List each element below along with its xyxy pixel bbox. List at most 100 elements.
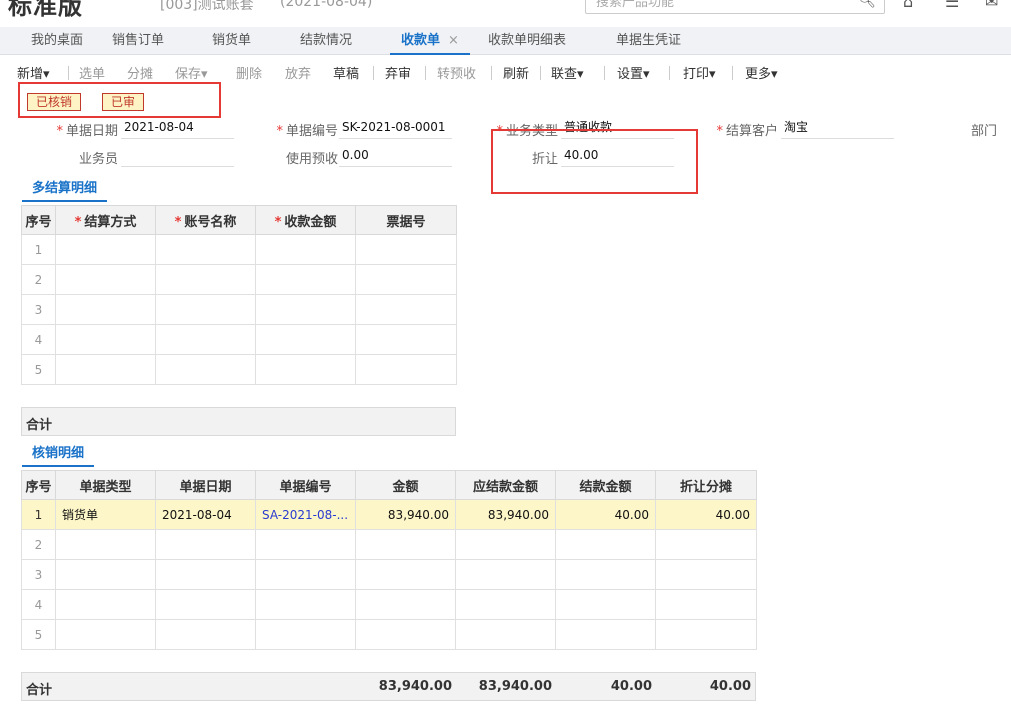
table-cell[interactable] [355,324,457,355]
search-input[interactable]: 搜索产品功能 [596,0,674,10]
doc-no-link[interactable]: SA-2021-08-... [255,499,356,530]
table-cell[interactable] [555,529,656,560]
table-cell[interactable] [655,559,757,590]
table-cell[interactable] [255,294,356,325]
table-cell[interactable] [455,619,556,650]
tab-voucher[interactable]: 单据生凭证 [616,27,681,55]
table-cell[interactable] [355,264,457,295]
table-row[interactable]: 2 [21,529,757,560]
table-cell[interactable] [155,589,256,620]
tab-receipt-detail[interactable]: 收款单明细表 [488,27,566,55]
table-cell[interactable] [255,324,356,355]
home-icon[interactable]: ⌂ [903,0,913,11]
print-button[interactable]: 打印▾ [683,63,716,82]
tab-desktop[interactable]: 我的桌面 [31,27,83,55]
table-row[interactable]: 5 [21,619,757,650]
customer-field[interactable]: 淘宝 [781,118,894,139]
table-row[interactable]: 1 [21,234,457,265]
table-cell[interactable] [355,234,457,265]
table-cell[interactable] [255,354,356,385]
table-cell[interactable] [55,559,156,590]
table-cell[interactable] [455,559,556,590]
table-cell[interactable] [555,619,656,650]
use-prepay-field[interactable]: 0.00 [339,146,452,167]
table-cell[interactable] [255,234,356,265]
table-cell[interactable] [355,559,456,590]
table-cell[interactable] [155,264,256,295]
table-cell[interactable] [155,529,256,560]
table-cell[interactable] [355,619,456,650]
abandon-button[interactable]: 放弃 [285,63,311,82]
table-row[interactable]: 4 [21,324,457,355]
doc-type-cell[interactable]: 销货单 [55,499,156,530]
table-cell[interactable] [55,619,156,650]
refresh-button[interactable]: 刷新 [503,63,529,82]
close-icon[interactable]: × [448,33,459,48]
table-cell[interactable] [155,294,256,325]
table-cell[interactable] [655,589,757,620]
unaudit-button[interactable]: 弃审 [385,63,411,82]
new-button[interactable]: 新增▾ [17,63,50,82]
delete-button[interactable]: 删除 [236,63,262,82]
table-cell[interactable] [255,559,356,590]
draft-button[interactable]: 草稿 [333,63,359,82]
table-cell[interactable] [355,529,456,560]
table-cell[interactable] [155,234,256,265]
table-cell[interactable] [55,234,156,265]
table-cell[interactable] [55,589,156,620]
table-cell[interactable] [355,589,456,620]
table-cell[interactable] [655,529,757,560]
salesman-field[interactable] [121,146,234,167]
table-cell[interactable] [155,619,256,650]
more-button[interactable]: 更多▾ [745,63,778,82]
task-list-icon[interactable]: ☰ [945,0,959,11]
tab-settlement-status[interactable]: 结款情况 [300,27,352,55]
table-cell[interactable] [255,529,356,560]
due-amount-cell[interactable]: 83,940.00 [455,499,556,530]
table-cell[interactable] [55,324,156,355]
table-cell[interactable] [355,294,457,325]
table-row[interactable]: 3 [21,559,757,590]
search-icon[interactable]: 🔍︎ [858,0,876,9]
table-cell[interactable] [555,559,656,590]
discount-alloc-cell[interactable]: 40.00 [655,499,757,530]
table-cell[interactable] [655,619,757,650]
divider [604,66,605,80]
table-cell[interactable] [155,324,256,355]
table-cell[interactable] [155,354,256,385]
table-cell[interactable] [255,619,356,650]
settings-button[interactable]: 设置▾ [617,63,650,82]
table-cell[interactable] [555,589,656,620]
chevron-down-icon: ▾ [771,67,778,82]
table-cell[interactable] [55,294,156,325]
linked-query-button[interactable]: 联查▾ [551,63,584,82]
split-button[interactable]: 分摊 [127,63,153,82]
tab-sales-delivery[interactable]: 销货单 [212,27,251,55]
table-cell[interactable] [455,529,556,560]
table-row[interactable]: 3 [21,294,457,325]
table-cell[interactable] [255,264,356,295]
table-cell[interactable] [155,559,256,590]
table-cell[interactable] [255,589,356,620]
search-box[interactable]: 搜索产品功能 🔍︎ [585,0,885,14]
doc-date-field[interactable]: 2021-08-04 [121,118,234,139]
tab-sales-order[interactable]: 销售订单 [112,27,164,55]
table-row[interactable]: 1 销货单 2021-08-04 SA-2021-08-... 83,940.0… [21,499,757,530]
to-prepay-button[interactable]: 转预收 [437,63,476,82]
table-cell[interactable] [455,589,556,620]
table-cell[interactable] [55,264,156,295]
table-row[interactable]: 4 [21,589,757,620]
save-button[interactable]: 保存▾ [175,63,208,82]
table-row[interactable]: 5 [21,354,457,385]
settled-amount-cell[interactable]: 40.00 [555,499,656,530]
message-icon[interactable]: ✉ [985,0,998,11]
doc-date-cell[interactable]: 2021-08-04 [155,499,256,530]
table-cell[interactable] [55,529,156,560]
table-cell[interactable] [55,354,156,385]
select-button[interactable]: 选单 [79,63,105,82]
doc-no-field[interactable]: SK-2021-08-0001 [339,118,452,139]
tab-receipt[interactable]: 收款单 × [390,27,470,55]
table-row[interactable]: 2 [21,264,457,295]
table-cell[interactable] [355,354,457,385]
amount-cell[interactable]: 83,940.00 [355,499,456,530]
